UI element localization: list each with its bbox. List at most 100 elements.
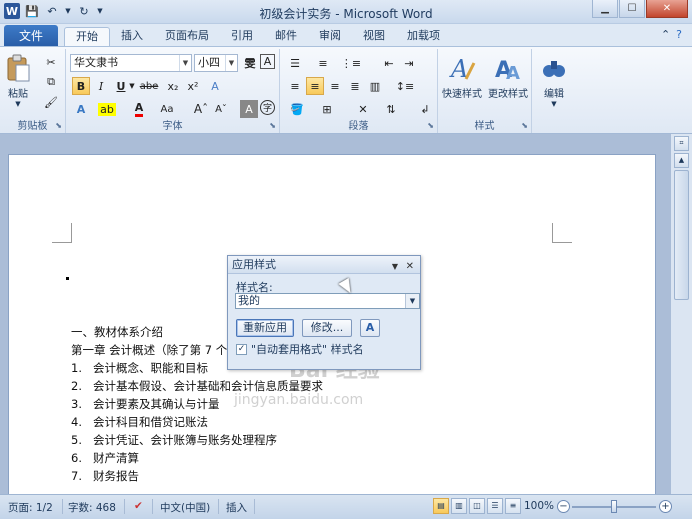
minimize-ribbon-icon[interactable]: ⌃ <box>661 28 670 41</box>
enclose-characters-icon[interactable]: 字 <box>260 100 275 115</box>
zoom-level[interactable]: 100% <box>524 500 554 512</box>
decrease-indent-icon[interactable]: ⇤ <box>380 54 398 72</box>
styles-launcher-icon[interactable]: ⬊ <box>521 121 528 130</box>
chevron-down-icon[interactable]: ▼ <box>225 55 237 71</box>
character-border-icon[interactable]: A <box>260 54 275 69</box>
italic-icon[interactable]: I <box>92 77 110 95</box>
clipboard-group: 粘贴 ▼ ✂ ⧉ 🖌 剪贴板 ⬊ <box>0 49 66 133</box>
page-count[interactable]: 页面: 1/2 <box>8 500 53 515</box>
shrink-font-icon[interactable]: Aˇ <box>212 100 230 118</box>
minimize-button[interactable]: ▁ <box>592 0 618 18</box>
help-icon[interactable]: ? <box>676 28 682 41</box>
borders-icon[interactable]: ⊞ <box>318 100 336 118</box>
chevron-down-icon[interactable]: ▼ <box>179 55 191 71</box>
title-bar: W 💾 ↶ ▼ ↻ ▼ 初级会计实务 - Microsoft Word ▁ ☐ … <box>0 0 692 24</box>
paste-button[interactable]: 粘贴 ▼ <box>4 53 32 108</box>
grow-font-icon[interactable]: Aˆ <box>192 100 210 118</box>
align-left-icon[interactable]: ≡ <box>286 77 304 95</box>
multilevel-list-icon[interactable]: ⋮≡ <box>341 54 361 72</box>
sort-icon[interactable]: ⇅ <box>382 100 400 118</box>
maximize-button[interactable]: ☐ <box>619 0 645 18</box>
styles-pane-icon[interactable]: A <box>360 319 380 337</box>
numbering-icon[interactable]: ≡ <box>314 54 332 72</box>
vertical-scrollbar[interactable]: ⌗ ▲ <box>670 134 692 494</box>
bold-icon[interactable]: B <box>72 77 90 95</box>
word-count[interactable]: 字数: 468 <box>68 500 116 515</box>
ruler-toggle-icon[interactable]: ⌗ <box>674 136 689 151</box>
cut-icon[interactable]: ✂ <box>42 53 60 71</box>
close-icon[interactable]: ✕ <box>406 258 414 275</box>
tab-home[interactable]: 开始 <box>64 27 110 46</box>
underline-dropdown-icon[interactable]: ▼ <box>128 77 136 95</box>
zoom-in-icon[interactable]: + <box>659 500 672 513</box>
line-spacing-icon[interactable]: ↕≡ <box>396 77 414 95</box>
zoom-slider-thumb[interactable] <box>611 500 617 513</box>
dialog-options-icon[interactable]: ▼ <box>392 258 398 275</box>
clear-formatting-icon[interactable]: A <box>206 77 224 95</box>
autoformat-checkbox[interactable]: ✓ <box>236 343 247 355</box>
paste-label: 粘贴 <box>8 89 28 100</box>
strikethrough-icon[interactable]: abe <box>140 77 159 95</box>
style-name-input[interactable]: 我的 ▼ <box>235 293 420 309</box>
font-name-combo[interactable]: 华文隶书 ▼ <box>70 54 192 72</box>
chevron-down-icon[interactable]: ▼ <box>405 294 419 308</box>
format-painter-icon[interactable]: 🖌 <box>42 93 60 111</box>
font-group-label: 字体 <box>162 121 183 132</box>
superscript-icon[interactable]: x² <box>184 77 202 95</box>
align-right-icon[interactable]: ≡ <box>326 77 344 95</box>
close-button[interactable]: ✕ <box>646 0 688 18</box>
window-controls: ▁ ☐ ✕ <box>592 0 688 18</box>
text-effects-icon[interactable]: A <box>72 100 90 118</box>
quick-styles-button[interactable]: A 快速样式 <box>442 53 482 100</box>
scrollbar-thumb[interactable] <box>674 170 689 300</box>
character-shading-icon[interactable]: A <box>240 100 258 118</box>
tab-view[interactable]: 视图 <box>352 27 396 46</box>
copy-icon[interactable]: ⧉ <box>42 73 60 91</box>
increase-indent-icon[interactable]: ⇥ <box>400 54 418 72</box>
web-layout-icon[interactable]: ◫ <box>469 498 485 514</box>
align-center-icon[interactable]: ≡ <box>306 77 324 95</box>
bullets-icon[interactable]: ☰ <box>286 54 304 72</box>
status-bar: 页面: 1/2 字数: 468 ✔ 中文(中国) 插入 ▤ ▥ ◫ ☰ ≡ 10… <box>0 494 692 519</box>
justify-icon[interactable]: ≣ <box>346 77 364 95</box>
insert-mode[interactable]: 插入 <box>226 500 247 515</box>
language[interactable]: 中文(中国) <box>160 500 210 515</box>
full-screen-reading-icon[interactable]: ▥ <box>451 498 467 514</box>
font-color-icon[interactable]: A <box>130 100 148 118</box>
font-launcher-icon[interactable]: ⬊ <box>269 121 276 130</box>
tab-page-layout[interactable]: 页面布局 <box>154 27 220 46</box>
change-case-icon[interactable]: Aa <box>158 100 176 118</box>
watermark-url: jingyan.baidu.com <box>234 392 364 408</box>
distributed-icon[interactable]: ▥ <box>366 77 384 95</box>
tab-file[interactable]: 文件 <box>4 25 58 46</box>
draft-view-icon[interactable]: ≡ <box>505 498 521 514</box>
outline-view-icon[interactable]: ☰ <box>487 498 503 514</box>
highlight-color-icon[interactable]: ab <box>98 100 116 118</box>
modify-button[interactable]: 修改... <box>302 319 352 337</box>
proofing-icon[interactable]: ✔ <box>134 500 143 512</box>
tab-insert[interactable]: 插入 <box>110 27 154 46</box>
phonetic-guide-icon[interactable]: 雯 <box>241 54 259 72</box>
chinese-layout-icon[interactable]: ✕ <box>354 100 372 118</box>
subscript-icon[interactable]: x₂ <box>164 77 182 95</box>
scroll-up-icon[interactable]: ▲ <box>674 153 689 168</box>
tab-references[interactable]: 引用 <box>220 27 264 46</box>
tab-addins[interactable]: 加载项 <box>396 27 451 46</box>
shading-icon[interactable]: 🪣 <box>288 100 306 118</box>
window-title: 初级会计实务 - Microsoft Word <box>259 7 433 21</box>
autoformat-checkbox-row[interactable]: ✓ "自动套用格式" 样式名 <box>236 341 364 357</box>
zoom-out-icon[interactable]: − <box>557 500 570 513</box>
tab-review[interactable]: 审阅 <box>308 27 352 46</box>
editing-button[interactable]: 编辑 ▼ <box>540 53 568 108</box>
tab-mailings[interactable]: 邮件 <box>264 27 308 46</box>
editing-group: 编辑 ▼ <box>532 49 582 133</box>
reapply-button[interactable]: 重新应用 <box>236 319 294 337</box>
change-styles-button[interactable]: A A 更改样式 <box>488 53 528 100</box>
font-size-combo[interactable]: 小四 ▼ <box>194 54 238 72</box>
clipboard-launcher-icon[interactable]: ⬊ <box>55 121 62 130</box>
dialog-title-bar[interactable]: 应用样式 ▼ ✕ <box>228 256 420 274</box>
paragraph-launcher-icon[interactable]: ⬊ <box>427 121 434 130</box>
binoculars-icon <box>543 61 565 77</box>
show-formatting-icon[interactable]: ↲ <box>416 100 434 118</box>
print-layout-view-icon[interactable]: ▤ <box>433 498 449 514</box>
